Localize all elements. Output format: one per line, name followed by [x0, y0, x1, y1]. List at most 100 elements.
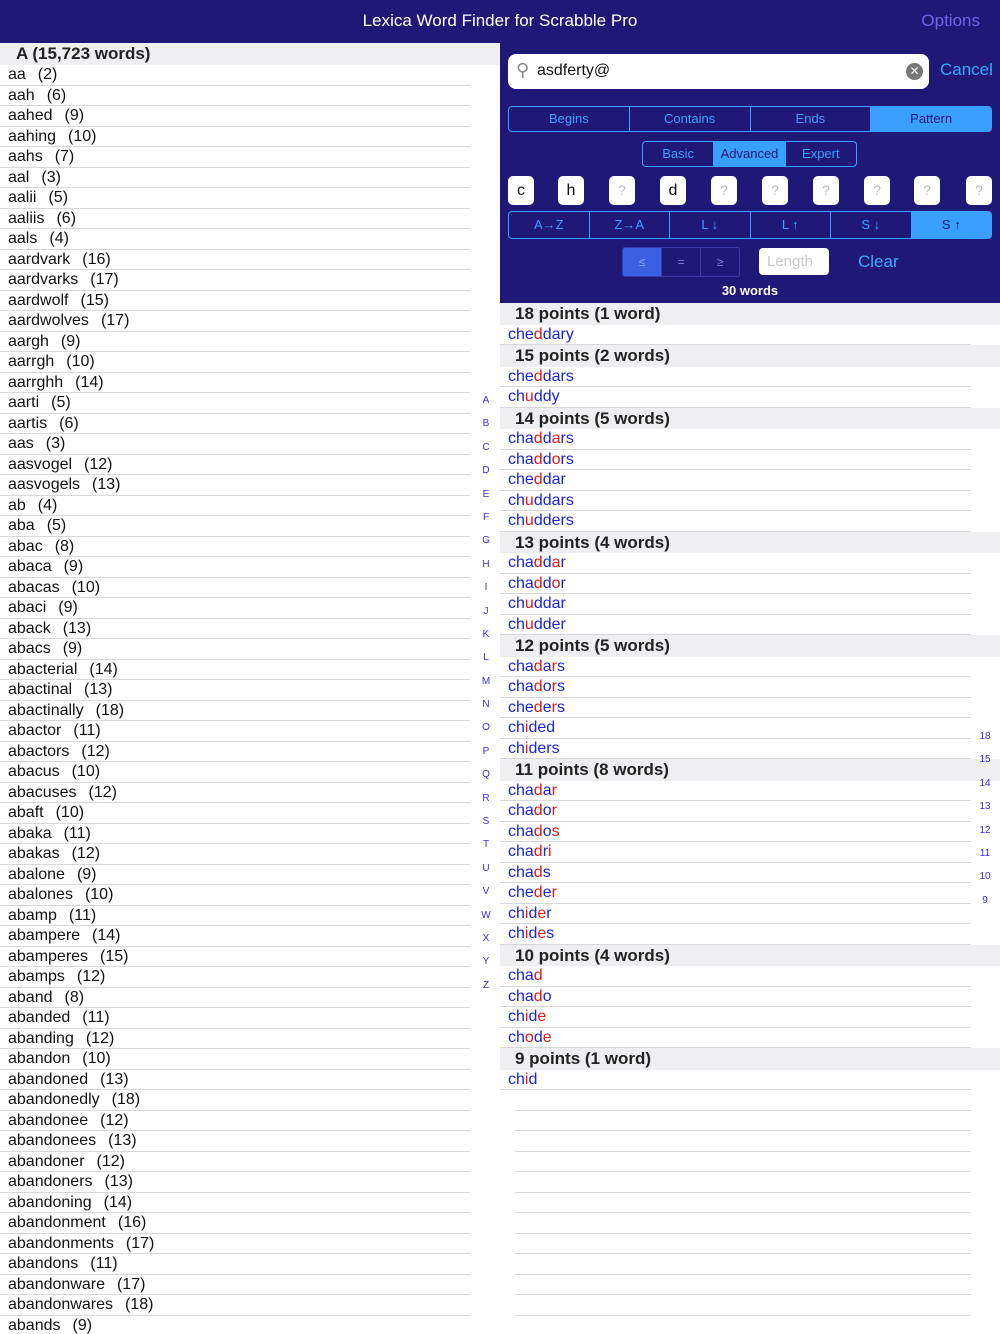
result-word[interactable]: chaddars — [500, 429, 971, 450]
mode-tab[interactable]: Contains — [630, 107, 751, 131]
alphabet-index-letter[interactable]: D — [478, 459, 494, 482]
alphabet-index-letter[interactable]: T — [478, 833, 494, 856]
list-item[interactable]: abandonware (17) — [0, 1275, 470, 1295]
sort-tab[interactable]: Z→A — [590, 212, 670, 238]
list-item[interactable]: abactors (12) — [0, 742, 470, 762]
alphabet-index-letter[interactable]: J — [478, 600, 494, 623]
alphabet-index-letter[interactable]: R — [478, 787, 494, 810]
search-input[interactable]: asdferty@ — [537, 62, 610, 80]
result-word[interactable]: chados — [500, 822, 971, 842]
sort-tab[interactable]: S ↓ — [831, 212, 912, 238]
list-item[interactable]: aals (4) — [0, 229, 470, 250]
list-item[interactable]: abandoners (13) — [0, 1172, 470, 1193]
points-index-item[interactable]: 13 — [976, 795, 994, 818]
level-tab[interactable]: Advanced — [714, 142, 786, 166]
list-item[interactable]: abacas (10) — [0, 578, 470, 598]
result-word[interactable]: chiders — [500, 739, 971, 759]
pattern-tile[interactable]: h — [558, 176, 584, 205]
list-item[interactable]: aarrghh (14) — [0, 373, 470, 393]
list-item[interactable]: aah (6) — [0, 86, 470, 106]
list-item[interactable]: abactor (11) — [0, 721, 470, 742]
alphabet-index-letter[interactable]: E — [478, 483, 494, 506]
list-item[interactable]: abandons (11) — [0, 1254, 470, 1275]
list-item[interactable]: aardvark (16) — [0, 250, 470, 270]
list-item[interactable]: abanded (11) — [0, 1008, 470, 1029]
result-word[interactable]: chuddar — [500, 594, 971, 615]
list-item[interactable]: abaft (10) — [0, 803, 470, 824]
list-item[interactable]: aband (8) — [0, 988, 470, 1008]
result-word[interactable]: chado — [500, 987, 971, 1007]
alphabet-index-letter[interactable]: U — [478, 857, 494, 880]
list-item[interactable]: aardvarks (17) — [0, 270, 470, 291]
alphabet-index-letter[interactable]: G — [478, 529, 494, 552]
alphabet-index-letter[interactable]: M — [478, 670, 494, 693]
cancel-button[interactable]: Cancel — [940, 60, 993, 80]
list-item[interactable]: aas (3) — [0, 434, 470, 455]
result-word[interactable]: chador — [500, 801, 971, 822]
result-word[interactable]: cheder — [500, 883, 971, 904]
sort-tab[interactable]: S ↑ — [911, 212, 991, 238]
alphabet-index-letter[interactable]: K — [478, 623, 494, 646]
result-word[interactable]: cheddar — [500, 470, 971, 491]
pattern-tile[interactable]: c — [508, 176, 534, 205]
clear-icon[interactable]: ✕ — [906, 63, 923, 80]
alphabet-index-letter[interactable]: N — [478, 693, 494, 716]
pattern-tile[interactable]: ? — [864, 176, 890, 205]
list-item[interactable]: abamp (11) — [0, 906, 470, 926]
list-item[interactable]: abamperes (15) — [0, 947, 470, 967]
options-button[interactable]: Options — [921, 11, 980, 31]
result-word[interactable]: chadors — [500, 677, 971, 698]
list-item[interactable]: aba (5) — [0, 516, 470, 537]
points-index-item[interactable]: 10 — [976, 865, 994, 888]
result-word[interactable]: chide — [500, 1007, 971, 1028]
mode-tab[interactable]: Begins — [509, 107, 630, 131]
result-word[interactable]: chaddors — [500, 450, 971, 470]
result-word[interactable]: chudders — [500, 511, 971, 532]
result-word[interactable]: chads — [500, 863, 971, 883]
alphabet-index-letter[interactable]: B — [478, 412, 494, 435]
alphabet-index[interactable]: ABCDEFGHIJKLMNOPQRSTUVWXYZ — [478, 389, 494, 997]
list-item[interactable]: abac (8) — [0, 537, 470, 557]
list-item[interactable]: abanding (12) — [0, 1029, 470, 1049]
alphabet-index-letter[interactable]: H — [478, 553, 494, 576]
result-word[interactable]: chides — [500, 924, 971, 945]
points-index-item[interactable]: 15 — [976, 748, 994, 771]
result-word[interactable]: chaddar — [500, 553, 971, 574]
result-word[interactable]: chadri — [500, 842, 971, 863]
pattern-tile[interactable]: ? — [609, 176, 635, 205]
list-item[interactable]: aahing (10) — [0, 127, 470, 147]
points-index-item[interactable]: 14 — [976, 772, 994, 795]
points-index-item[interactable]: 18 — [976, 725, 994, 748]
result-word[interactable]: chid — [500, 1070, 971, 1090]
pattern-tile[interactable]: d — [660, 176, 686, 205]
list-item[interactable]: aasvogels (13) — [0, 475, 470, 496]
alphabet-index-letter[interactable]: V — [478, 880, 494, 903]
alphabet-index-letter[interactable]: W — [478, 904, 494, 927]
list-item[interactable]: abandonee (12) — [0, 1111, 470, 1131]
list-item[interactable]: aahs (7) — [0, 147, 470, 168]
list-item[interactable]: abacs (9) — [0, 639, 470, 660]
points-index[interactable]: 18 15 14 13 12 11 10 9 — [976, 725, 994, 912]
list-item[interactable]: aahed (9) — [0, 106, 470, 127]
level-tab[interactable]: Expert — [786, 142, 856, 166]
list-item[interactable]: abandoned (13) — [0, 1070, 470, 1090]
list-item[interactable]: aarrgh (10) — [0, 352, 470, 373]
alphabet-index-letter[interactable]: S — [478, 810, 494, 833]
list-item[interactable]: abaca (9) — [0, 557, 470, 578]
list-item[interactable]: aarti (5) — [0, 393, 470, 414]
list-item[interactable]: aalii (5) — [0, 188, 470, 209]
result-word[interactable]: chaddor — [500, 574, 971, 594]
result-word[interactable]: cheders — [500, 698, 971, 718]
list-item[interactable]: abaka (11) — [0, 824, 470, 844]
result-word[interactable]: chuddars — [500, 491, 971, 511]
list-item[interactable]: abakas (12) — [0, 844, 470, 865]
alphabet-index-letter[interactable]: F — [478, 506, 494, 529]
pattern-tile[interactable]: ? — [762, 176, 788, 205]
alphabet-index-letter[interactable]: Z — [478, 974, 494, 997]
pattern-tile[interactable]: ? — [711, 176, 737, 205]
sort-tab[interactable]: L ↑ — [751, 212, 831, 238]
list-item[interactable]: abampere (14) — [0, 926, 470, 947]
pattern-tile[interactable]: ? — [914, 176, 940, 205]
points-index-item[interactable]: 9 — [976, 889, 994, 912]
list-item[interactable]: ab (4) — [0, 496, 470, 516]
